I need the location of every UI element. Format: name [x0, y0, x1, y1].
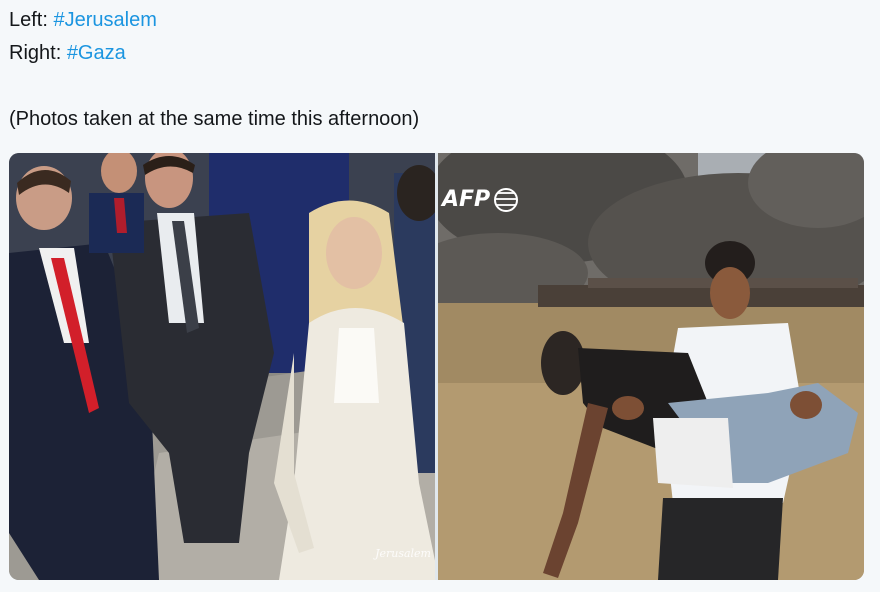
- hashtag-gaza-link[interactable]: #Gaza: [67, 42, 126, 64]
- tweet-line-right-prefix: Right:: [9, 42, 67, 64]
- photo-watermark: Jerusalem: [375, 547, 431, 560]
- tweet-media-grid: Jerusalem AFP: [9, 153, 864, 580]
- photo-jerusalem[interactable]: Jerusalem: [9, 153, 435, 580]
- photo-gaza[interactable]: AFP: [438, 153, 864, 580]
- photo-jerusalem-illustration: [9, 153, 435, 580]
- globe-icon: [494, 187, 519, 212]
- tweet-line-right: Right: #Gaza: [9, 37, 869, 70]
- tweet-text: Left: #Jerusalem Right: #Gaza (Photos ta…: [9, 4, 869, 136]
- agency-logo-text: AFP: [442, 187, 491, 212]
- tweet-line-left: Left: #Jerusalem: [9, 4, 869, 37]
- tweet-line-left-prefix: Left:: [9, 9, 54, 31]
- hashtag-jerusalem-link[interactable]: #Jerusalem: [53, 9, 156, 31]
- photo-gaza-illustration: [438, 153, 864, 580]
- tweet-caption: (Photos taken at the same time this afte…: [9, 108, 420, 130]
- agency-logo: AFP: [442, 187, 519, 212]
